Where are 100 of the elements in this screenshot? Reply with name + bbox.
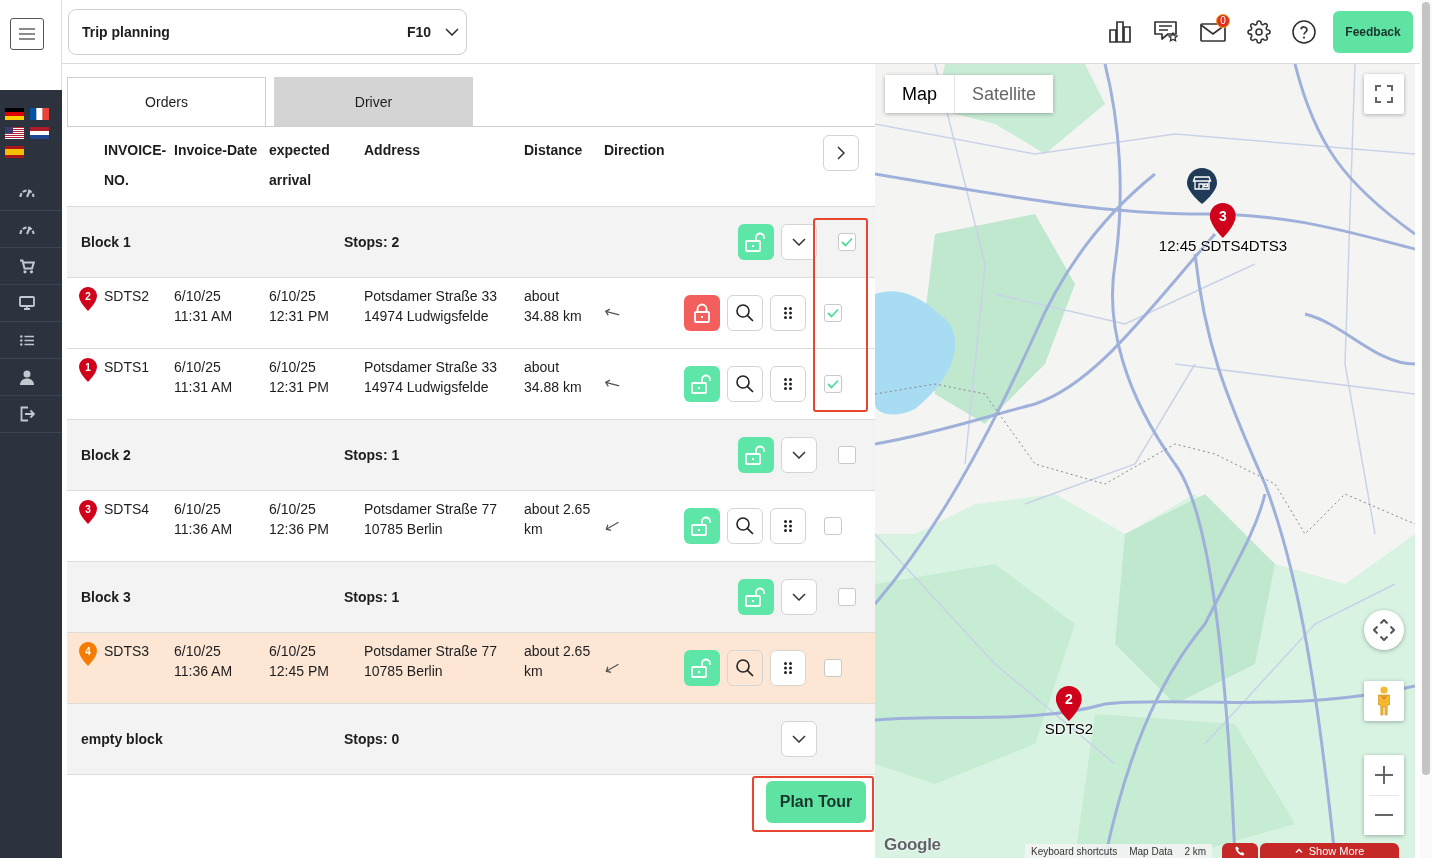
checkbox[interactable]: [838, 588, 856, 606]
location-pin[interactable]: 3: [1210, 203, 1236, 238]
move-arrows-icon: [1373, 619, 1395, 641]
checkmark-icon: [827, 308, 839, 318]
bar-chart-icon[interactable]: [1108, 20, 1132, 43]
address: Potsdamer Straße 77 10785 Berlin: [364, 642, 499, 681]
expected-arrival: 6/10/25 12:31 PM: [269, 287, 330, 326]
logout-icon[interactable]: [19, 406, 35, 422]
expand-button[interactable]: [781, 224, 817, 260]
search-button[interactable]: [727, 650, 763, 686]
search-button[interactable]: [727, 508, 763, 544]
checkbox[interactable]: [824, 517, 842, 535]
feedback-button[interactable]: Feedback: [1333, 10, 1413, 53]
zoom-in-button[interactable]: [1364, 755, 1404, 795]
map-attribution-link[interactable]: Map Data: [1123, 845, 1179, 857]
chevron-down-icon: [792, 735, 806, 743]
call-button[interactable]: [1222, 843, 1258, 858]
spanish-flag-icon[interactable]: [5, 146, 24, 158]
invoice-number: SDTS4: [104, 500, 151, 519]
address: Potsdamer Straße 77 10785 Berlin: [364, 500, 499, 539]
chevron-right-icon: [837, 146, 845, 160]
user-icon[interactable]: [20, 369, 34, 385]
drag-dots-icon: [784, 307, 792, 319]
unlocked-lock-icon: [745, 587, 767, 607]
zoom-out-button[interactable]: [1364, 795, 1404, 835]
checkbox[interactable]: [838, 446, 856, 464]
search-icon: [736, 375, 754, 393]
list-icon[interactable]: [20, 334, 34, 346]
address: Potsdamer Straße 33 14974 Ludwigsfelde: [364, 358, 499, 397]
lock-icon: [694, 303, 710, 323]
minus-icon: [1375, 814, 1393, 816]
tab[interactable]: Orders: [67, 77, 266, 126]
unlocked-lock-icon: [691, 516, 713, 536]
scrollbar-thumb[interactable]: [1422, 2, 1430, 775]
checkmark-icon: [841, 237, 853, 247]
monitor-icon[interactable]: [19, 296, 35, 310]
column-header: Direction: [604, 141, 666, 160]
map-attribution-link[interactable]: 2 km: [1178, 845, 1213, 857]
checkbox[interactable]: [824, 375, 842, 393]
next-button[interactable]: [823, 135, 859, 171]
dutch-flag-icon[interactable]: [30, 127, 49, 139]
settings-icon[interactable]: [1247, 19, 1271, 44]
distance: about 2.65 km: [524, 500, 592, 539]
stops-count: Stops: 0: [344, 731, 401, 747]
invoice-date: 6/10/25 11:31 AM: [174, 358, 234, 397]
expand-button[interactable]: [781, 437, 817, 473]
map-attribution-link[interactable]: Keyboard shortcuts: [1025, 845, 1124, 857]
block-name: Block 3: [81, 589, 132, 605]
us-flag-icon[interactable]: [5, 127, 24, 139]
expected-arrival: 6/10/25 12:36 PM: [269, 500, 330, 539]
column-header: Distance: [524, 141, 584, 160]
search-button[interactable]: [727, 295, 763, 331]
tab[interactable]: Driver: [274, 77, 473, 126]
checkbox[interactable]: [824, 659, 842, 677]
expand-button[interactable]: [781, 579, 817, 615]
map-type-tab[interactable]: Map: [885, 75, 954, 113]
pegman-icon: [1376, 686, 1392, 716]
phone-icon: [1235, 845, 1245, 856]
invoice-number: SDTS3: [104, 642, 151, 661]
lock-button[interactable]: [684, 295, 720, 331]
drag-handle[interactable]: [770, 508, 806, 544]
expected-arrival: 6/10/25 12:45 PM: [269, 642, 330, 681]
chat-star-icon[interactable]: [1153, 19, 1179, 44]
cart-icon[interactable]: [19, 258, 35, 274]
french-flag-icon[interactable]: [30, 108, 49, 120]
block-name: Block 1: [81, 234, 132, 250]
show-more-button[interactable]: Show More: [1260, 843, 1399, 858]
column-header: INVOICE-NO.: [104, 141, 168, 190]
expand-button[interactable]: [781, 721, 817, 757]
stops-count: Stops: 1: [344, 589, 401, 605]
menu-button[interactable]: [10, 18, 44, 50]
table-row[interactable]: 4 SDTS3 6/10/25 11:36 AM 6/10/25 12:45 PM Potsdamer Straße 77 10785 Berlin about 2.65 km: [67, 633, 875, 704]
map-type-tab[interactable]: Satellite: [954, 75, 1054, 113]
help-icon[interactable]: [1292, 19, 1316, 44]
checkbox[interactable]: [838, 233, 856, 251]
drag-handle[interactable]: [770, 295, 806, 331]
search-button[interactable]: [727, 366, 763, 402]
invoice-date: 6/10/25 11:36 AM: [174, 500, 234, 539]
checkbox[interactable]: [824, 304, 842, 322]
chevron-down-icon: [445, 27, 459, 36]
drag-handle[interactable]: [770, 650, 806, 686]
fullscreen-button[interactable]: [1364, 74, 1404, 114]
plan-tour-button[interactable]: Plan Tour: [766, 781, 866, 823]
chevron-down-icon: [792, 451, 806, 459]
stops-count: Stops: 1: [344, 447, 401, 463]
unlocked-lock-icon: [691, 374, 713, 394]
column-header: Address: [364, 141, 422, 160]
expected-arrival: 6/10/25 12:31 PM: [269, 358, 330, 397]
location-pin: 2: [79, 287, 97, 311]
block-name: Block 2: [81, 447, 132, 463]
store-marker-icon[interactable]: [1187, 168, 1217, 204]
search-icon: [736, 304, 754, 322]
module-dropdown[interactable]: Trip planning F10: [68, 8, 467, 55]
unlocked-lock-icon: [745, 445, 767, 465]
drag-handle[interactable]: [770, 366, 806, 402]
checkmark-icon: [827, 379, 839, 389]
german-flag-icon[interactable]: [5, 108, 24, 120]
chevron-down-icon: [792, 238, 806, 246]
marker-label: 12:45 SDTS4DTS3: [1158, 238, 1288, 254]
location-pin[interactable]: 2: [1056, 686, 1082, 721]
